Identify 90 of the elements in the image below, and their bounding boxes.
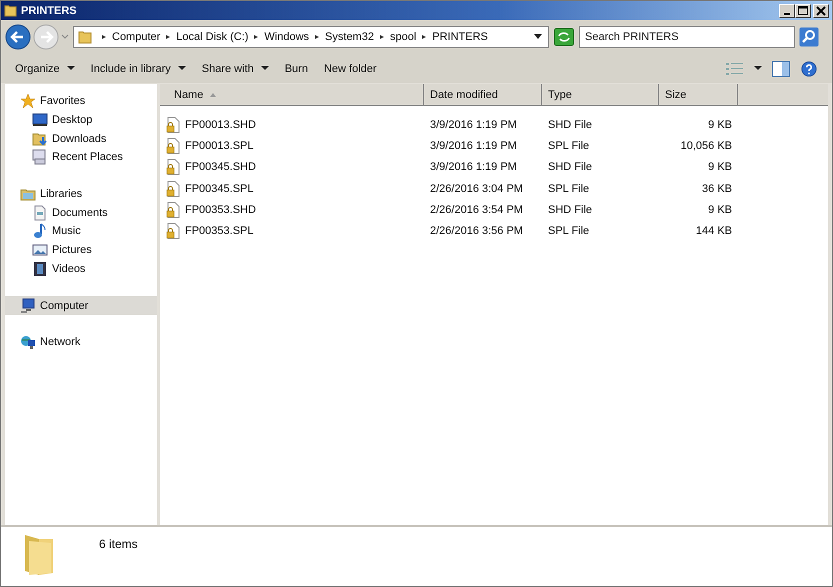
chevron-icon[interactable]: [378, 34, 385, 40]
download-icon: [32, 130, 48, 147]
search-icon[interactable]: [799, 27, 819, 47]
column-header[interactable]: Type: [542, 84, 659, 105]
toolbar-button[interactable]: New folder: [318, 60, 383, 78]
locked-file-icon: [166, 116, 180, 133]
refresh-button[interactable]: [554, 28, 574, 46]
nav-item[interactable]: Libraries: [5, 184, 157, 204]
computer-icon: [20, 298, 36, 314]
minimize-icon: [784, 12, 790, 14]
locked-file-icon: [166, 138, 180, 154]
breadcrumb-item[interactable]: Windows: [264, 31, 310, 43]
minimize-button[interactable]: [779, 4, 795, 18]
breadcrumb-item[interactable]: Computer: [112, 31, 160, 43]
date-cell: 2/26/2016 3:04 PM: [430, 182, 523, 195]
breadcrumb-item[interactable]: Local Disk (C:): [176, 31, 248, 43]
size-cell: 9 KB: [708, 161, 732, 174]
nav-item[interactable]: Desktop: [5, 110, 157, 130]
file-name[interactable]: FP00013.SHD: [185, 118, 256, 131]
type-cell: SPL File: [548, 225, 590, 238]
chevron-icon[interactable]: [421, 34, 428, 40]
size-cell: 10,056 KB: [680, 140, 732, 152]
file-name[interactable]: FP00345.SPL: [185, 182, 254, 195]
document-icon: [32, 204, 48, 221]
chevron-icon[interactable]: [253, 34, 260, 40]
file-name[interactable]: FP00353.SPL: [185, 225, 254, 238]
folder-icon: [78, 30, 92, 44]
type-cell: SPL File: [548, 140, 590, 152]
chevron-icon[interactable]: [314, 34, 320, 40]
preview-pane-icon[interactable]: [772, 60, 790, 76]
date-cell: 2/26/2016 3:56 PM: [430, 225, 523, 238]
file-name[interactable]: FP00353.SHD: [185, 204, 256, 216]
toolbar-button[interactable]: Burn: [278, 60, 314, 78]
date-cell: 2/26/2016 3:54 PM: [430, 204, 523, 216]
type-cell: SHD File: [548, 204, 592, 216]
chevron-icon[interactable]: [165, 34, 172, 40]
close-button[interactable]: [813, 4, 829, 18]
nav-item[interactable]: Recent Places: [5, 148, 157, 167]
dropdown-caret-icon[interactable]: [534, 34, 542, 40]
column-header[interactable]: Name: [160, 84, 424, 105]
chevron-icon[interactable]: [101, 34, 107, 40]
breadcrumb-item[interactable]: spool: [390, 31, 416, 43]
type-cell: SHD File: [548, 161, 592, 174]
window-title: PRINTERS: [21, 4, 77, 16]
nav-item[interactable]: Network: [5, 332, 157, 352]
network-icon: [20, 334, 36, 350]
address-bar[interactable]: Computer Local Disk (C:) Windows System32 spool PRINTERS: [73, 26, 549, 48]
toolbar-button[interactable]: Share with: [196, 60, 275, 78]
file-name[interactable]: FP00013.SPL: [185, 140, 254, 152]
back-button[interactable]: [5, 24, 31, 50]
date-cell: 3/9/2016 1:19 PM: [430, 140, 517, 152]
search-field[interactable]: Search PRINTERS: [579, 26, 795, 48]
locked-file-icon: [166, 223, 180, 240]
size-cell: 36 KB: [702, 182, 732, 195]
maximize-icon: [798, 6, 808, 16]
help-icon[interactable]: [800, 60, 818, 76]
date-cell: 3/9/2016 1:19 PM: [430, 118, 517, 131]
nav-item[interactable]: Music: [5, 222, 157, 241]
close-icon: [816, 6, 826, 16]
nav-item[interactable]: Pictures: [5, 240, 157, 260]
music-note-icon: [32, 223, 48, 240]
nav-item[interactable]: Computer: [5, 296, 157, 315]
nav-item[interactable]: Downloads: [5, 129, 157, 148]
date-cell: 3/9/2016 1:19 PM: [430, 161, 517, 174]
item-count: 6 items: [99, 537, 138, 551]
star-icon: [20, 93, 36, 110]
size-cell: 9 KB: [708, 118, 732, 131]
locked-file-icon: [166, 159, 180, 176]
toolbar-button[interactable]: Organize: [9, 60, 81, 78]
locked-file-icon: [166, 180, 180, 197]
dropdown-caret-icon[interactable]: [754, 66, 762, 71]
column-header[interactable]: Size: [659, 84, 738, 105]
film-icon: [32, 260, 48, 277]
monitor-icon: [32, 112, 48, 128]
nav-item[interactable]: Documents: [5, 203, 157, 222]
nav-item[interactable]: Videos: [5, 260, 157, 278]
file-name[interactable]: FP00345.SHD: [185, 161, 256, 174]
toolbar-button[interactable]: Include in library: [84, 60, 192, 78]
size-cell: 9 KB: [708, 204, 732, 216]
folder-icon: [4, 4, 17, 17]
breadcrumb-item[interactable]: PRINTERS: [432, 31, 488, 43]
breadcrumb-item[interactable]: System32: [325, 31, 374, 43]
nav-item[interactable]: Favorites: [5, 92, 157, 111]
size-cell: 144 KB: [696, 225, 732, 238]
picture-icon: [32, 242, 48, 258]
locked-file-icon: [166, 202, 180, 218]
type-cell: SPL File: [548, 182, 590, 195]
type-cell: SHD File: [548, 118, 592, 131]
maximize-button[interactable]: [795, 4, 811, 18]
column-header[interactable]: Date modified: [424, 84, 542, 105]
